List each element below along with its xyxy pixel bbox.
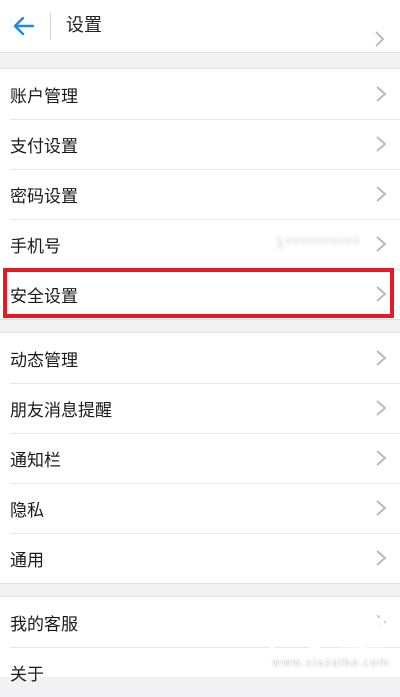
general-settings-group: 动态管理 朋友消息提醒 通知栏 隐私 通用 xyxy=(0,332,400,584)
settings-item-payment-settings[interactable]: 支付设置 xyxy=(0,119,400,169)
top-bar: 设置 xyxy=(0,0,400,53)
settings-item-label: 关于 xyxy=(10,664,44,685)
watermark-url: www.xiazaiba.com xyxy=(271,656,390,669)
settings-item-label: 朋友消息提醒 xyxy=(10,400,112,421)
chevron-right-icon xyxy=(376,236,387,252)
page-title: 设置 xyxy=(66,15,102,36)
chevron-right-icon xyxy=(376,136,387,152)
settings-item-friend-notifications[interactable]: 朋友消息提醒 xyxy=(0,383,400,433)
settings-item-password-settings[interactable]: 密码设置 xyxy=(0,169,400,219)
settings-item-security-settings[interactable]: 安全设置 xyxy=(0,269,400,319)
settings-item-label: 我的客服 xyxy=(10,614,78,635)
settings-item-moments-management[interactable]: 动态管理 xyxy=(0,333,400,383)
settings-item-label: 隐私 xyxy=(10,500,44,521)
settings-item-account-management[interactable]: 账户管理 xyxy=(0,69,400,119)
phone-number-value: 1********** xyxy=(275,236,360,252)
settings-item-label: 账户管理 xyxy=(10,86,78,107)
settings-item-label: 通知栏 xyxy=(10,450,61,471)
settings-item-label: 手机号 xyxy=(10,236,61,257)
settings-item-label: 密码设置 xyxy=(10,186,78,207)
chevron-right-icon xyxy=(376,350,387,366)
header-divider xyxy=(50,12,51,40)
chevron-right-icon xyxy=(376,500,387,516)
settings-item-general[interactable]: 通用 xyxy=(0,533,400,583)
settings-item-phone-number[interactable]: 手机号 1********** xyxy=(0,219,400,269)
back-button[interactable] xyxy=(6,8,42,44)
settings-item-label: 安全设置 xyxy=(10,286,78,307)
back-arrow-icon xyxy=(13,16,35,36)
settings-item-notification-bar[interactable]: 通知栏 xyxy=(0,433,400,483)
watermark-logo xyxy=(253,606,385,657)
chevron-right-icon xyxy=(375,31,385,47)
chevron-right-icon xyxy=(376,550,387,566)
settings-item-privacy[interactable]: 隐私 xyxy=(0,483,400,533)
settings-item-label: 支付设置 xyxy=(10,136,78,157)
account-settings-group: 账户管理 支付设置 密码设置 手机号 1********** 安全设置 xyxy=(0,68,400,320)
chevron-right-icon xyxy=(376,186,387,202)
chevron-right-icon xyxy=(376,450,387,466)
chevron-right-icon xyxy=(376,86,387,102)
settings-item-label: 通用 xyxy=(10,550,44,571)
settings-item-label: 动态管理 xyxy=(10,350,78,371)
chevron-right-icon xyxy=(376,286,387,302)
chevron-right-icon xyxy=(376,400,387,416)
